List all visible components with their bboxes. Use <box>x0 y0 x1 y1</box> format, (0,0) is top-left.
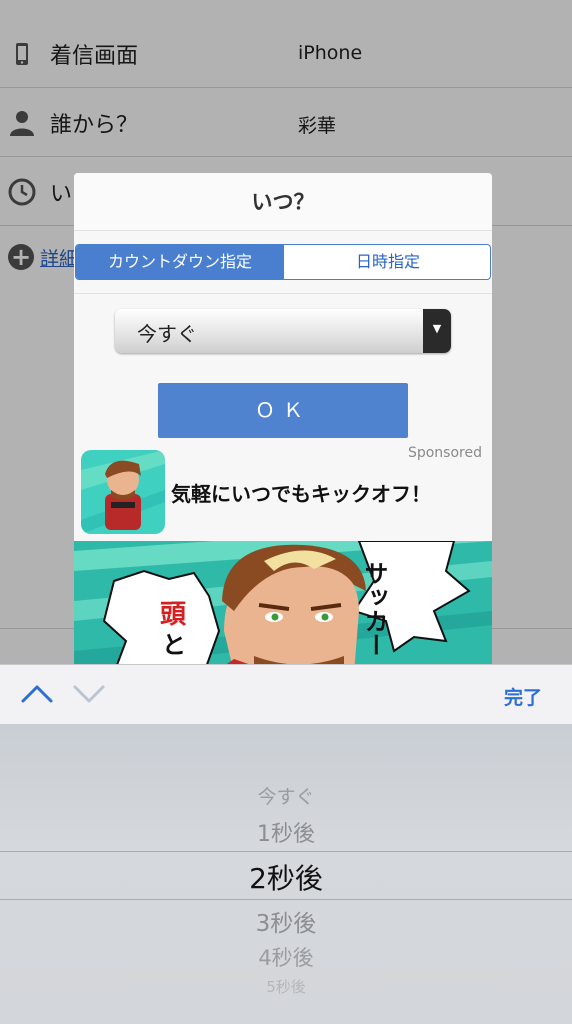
timing-select[interactable]: 今すぐ ▼ <box>115 309 451 353</box>
mode-segmented-control: カウントダウン指定 日時指定 <box>75 244 491 280</box>
tab-datetime[interactable]: 日時指定 <box>284 245 490 279</box>
picker-option[interactable]: 今すぐ <box>0 782 572 809</box>
ad-app-icon[interactable] <box>81 450 165 534</box>
divider <box>74 293 492 294</box>
tab-countdown[interactable]: カウントダウン指定 <box>76 245 284 279</box>
ad-title[interactable]: 気軽にいつでもキックオフ！ <box>171 478 431 507</box>
banner-text-right: サッカー <box>360 561 388 657</box>
picker-option[interactable]: 3秒後 <box>0 904 572 938</box>
dialog-title: いつ？ <box>74 173 492 231</box>
ok-button[interactable]: ＯＫ <box>158 383 408 438</box>
picker-option[interactable]: 4秒後 <box>0 942 572 972</box>
picker-option-selected[interactable]: 2秒後 <box>0 857 572 897</box>
sponsored-label: Sponsored <box>407 445 482 461</box>
done-button[interactable]: 完了 <box>504 683 542 710</box>
picker-option[interactable]: 5秒後 <box>0 976 572 997</box>
selection-line-top <box>0 851 572 852</box>
banner-text-left: と <box>162 631 186 659</box>
dropdown-arrow-icon: ▼ <box>423 309 451 353</box>
timing-select-value: 今すぐ <box>137 322 197 346</box>
picker-option[interactable]: 1秒後 <box>0 816 572 848</box>
selection-line-bottom <box>0 899 572 900</box>
chevron-up-icon[interactable] <box>20 679 54 709</box>
when-dialog: いつ？ カウントダウン指定 日時指定 今すぐ ▼ ＯＫ Sponsored 気軽… <box>74 173 492 673</box>
banner-text-left-red: 頭 <box>160 600 187 630</box>
wheel-picker[interactable]: 今すぐ 1秒後 2秒後 3秒後 4秒後 5秒後 <box>0 724 572 1024</box>
ad-banner-image[interactable]: 頭 と サッカー <box>74 541 492 673</box>
picker-toolbar: 完了 <box>0 664 572 724</box>
chevron-down-icon[interactable] <box>72 679 106 709</box>
